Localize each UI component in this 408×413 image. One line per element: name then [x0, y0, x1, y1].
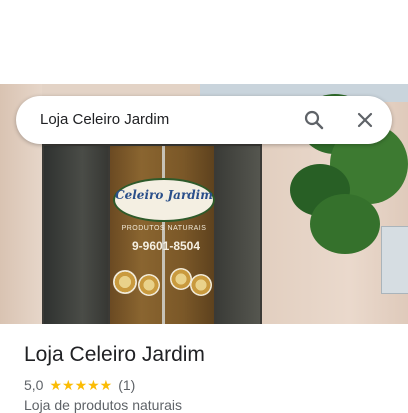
food-image — [190, 274, 212, 296]
review-count[interactable]: (1) — [118, 377, 135, 393]
rating-row[interactable]: 5,0 ★★★★★ (1) — [24, 376, 135, 394]
photo-door-split — [162, 146, 165, 324]
food-image — [170, 268, 192, 290]
tree-foliage — [310, 194, 380, 254]
store-sign-subtitle: PRODUTOS NATURAIS — [121, 225, 207, 232]
top-blank-area — [0, 0, 408, 84]
place-title: Loja Celeiro Jardim — [24, 343, 205, 366]
store-sign-name: Celeiro Jardim — [115, 188, 213, 202]
food-image — [138, 274, 160, 296]
store-sign-phone: 9-9601-8504 — [131, 239, 201, 253]
electrical-box — [381, 226, 408, 294]
place-category: Loja de produtos naturais — [24, 397, 182, 413]
star-rating-icon: ★★★★★ — [49, 376, 113, 393]
photo-glass-left — [44, 146, 108, 324]
search-icon[interactable] — [302, 108, 326, 132]
search-input[interactable]: Loja Celeiro Jardim — [40, 111, 169, 128]
rating-value: 5,0 — [24, 377, 44, 393]
search-bar[interactable]: Loja Celeiro Jardim — [16, 96, 392, 144]
food-image — [113, 270, 137, 294]
close-icon[interactable] — [353, 108, 377, 132]
photo-glass-right — [216, 146, 260, 324]
